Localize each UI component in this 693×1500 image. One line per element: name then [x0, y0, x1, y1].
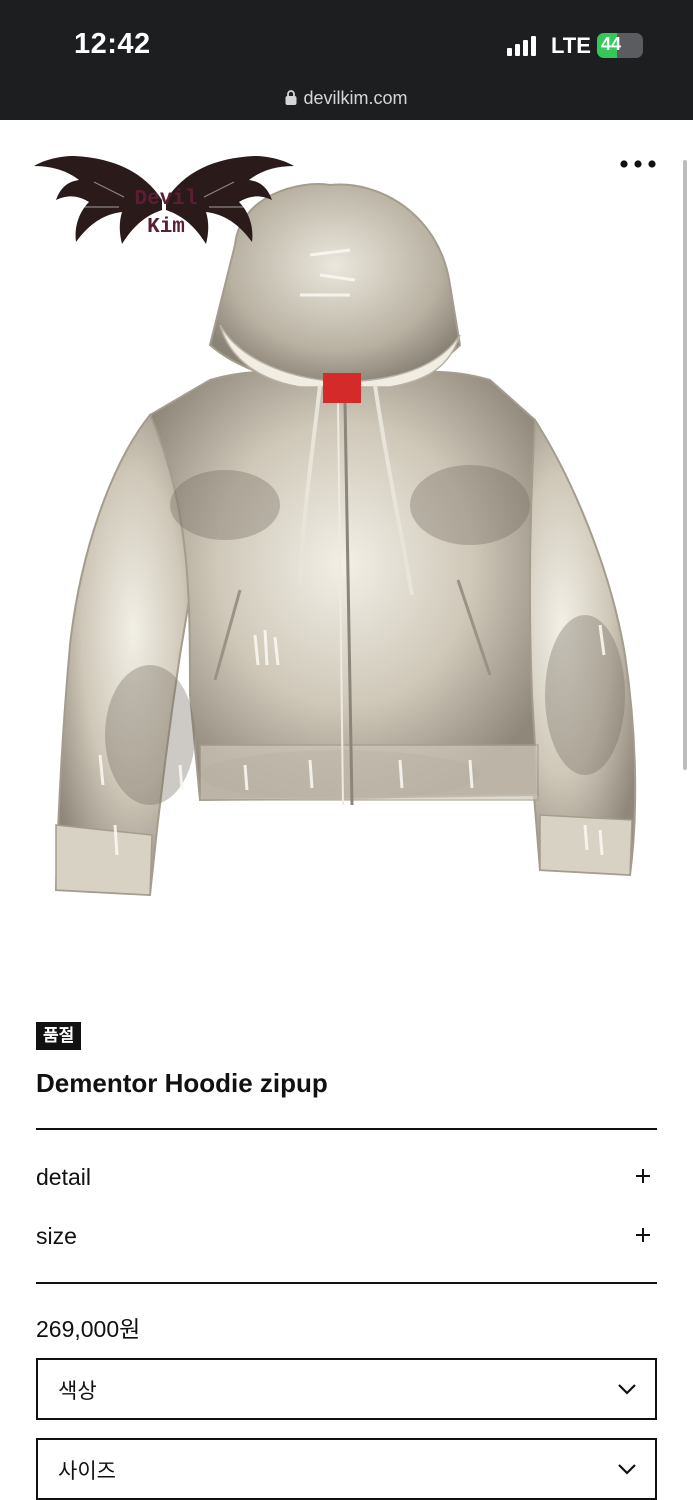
divider: [36, 1128, 657, 1130]
bat-wings-logo[interactable]: Devil Kim: [34, 152, 294, 248]
distressed-zip-hoodie-photo: [54, 183, 637, 897]
more-icon[interactable]: [618, 154, 658, 174]
sold-out-badge: 품절: [36, 1022, 82, 1050]
product-price: 269,000원: [36, 1316, 141, 1342]
plus-icon[interactable]: [635, 1227, 651, 1243]
divider: [36, 1282, 657, 1284]
battery-icon: 44: [597, 33, 643, 58]
scrollbar[interactable]: [683, 160, 687, 770]
accordion-size[interactable]: size: [36, 1217, 657, 1257]
plus-icon[interactable]: [635, 1168, 651, 1184]
accordion-label: size: [36, 1223, 77, 1249]
size-select[interactable]: 사이즈: [36, 1438, 657, 1500]
network-type: LTE: [551, 33, 591, 58]
battery-percent: 44: [601, 34, 622, 54]
logo-line-1: Devil: [134, 188, 197, 211]
select-label: 색상: [58, 1380, 97, 1403]
accordion-detail[interactable]: detail: [36, 1158, 657, 1198]
cellular-signal-icon: [507, 36, 537, 56]
status-bar: 12:42 LTE 44 devilkim.com: [0, 0, 693, 120]
select-label: 사이즈: [58, 1460, 116, 1483]
color-select[interactable]: 색상: [36, 1358, 657, 1420]
url-text: devilkim.com: [303, 88, 408, 108]
address-bar[interactable]: devilkim.com: [0, 88, 693, 109]
product-title: Dementor Hoodie zipup: [36, 1068, 328, 1098]
logo-line-2: Kim: [147, 216, 185, 239]
accordion-label: detail: [36, 1164, 91, 1190]
status-time: 12:42: [74, 28, 151, 60]
lock-icon: [285, 90, 297, 105]
chevron-down-icon: [618, 1384, 636, 1395]
chevron-down-icon: [618, 1464, 636, 1475]
